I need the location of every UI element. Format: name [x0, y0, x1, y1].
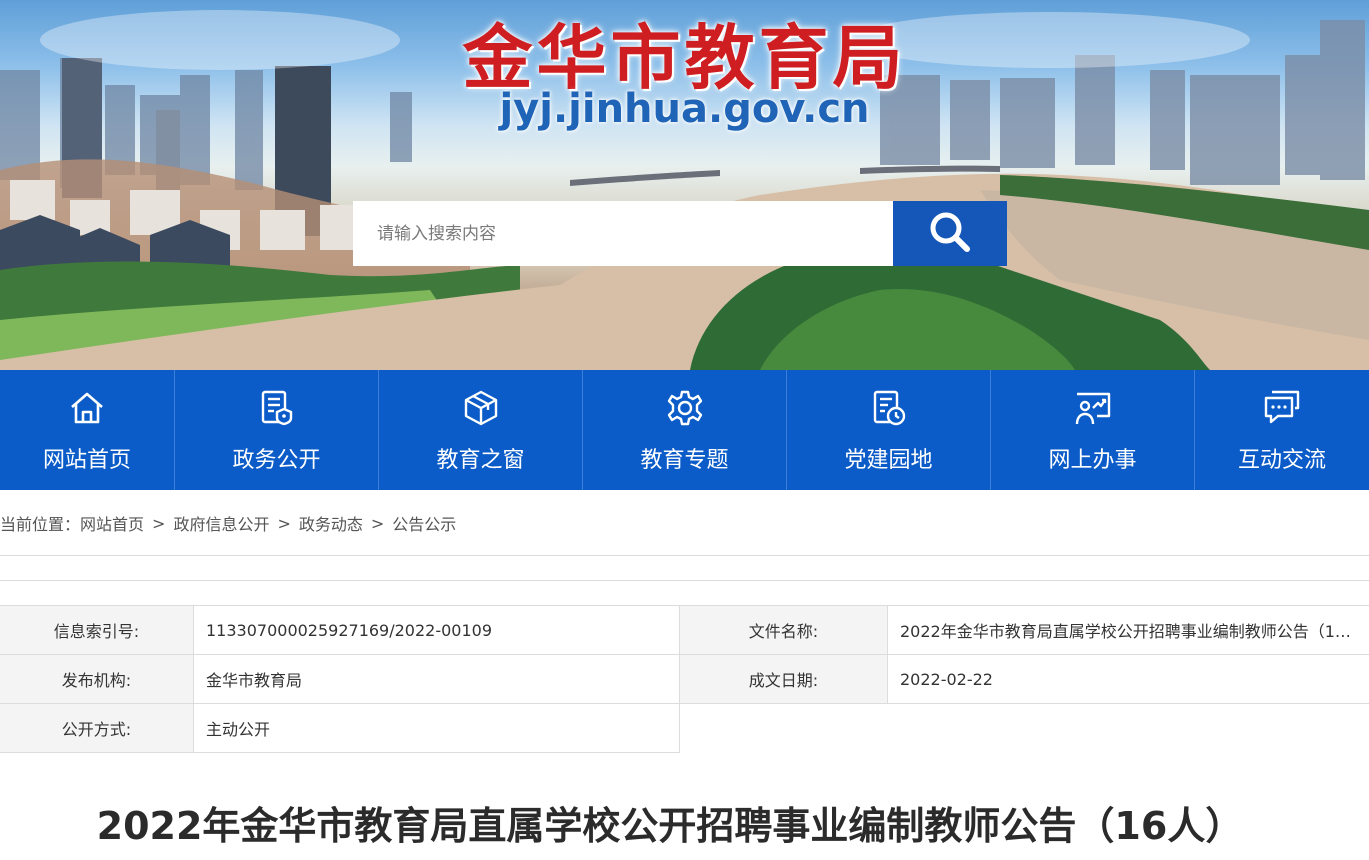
index-number-value: 113307000025927169/2022-00109: [194, 605, 680, 655]
nav-item-interaction[interactable]: 互动交流: [1195, 370, 1369, 490]
chat-icon: [1262, 388, 1302, 428]
nav-item-party-building[interactable]: 党建园地: [787, 370, 991, 490]
breadcrumb-link-gov-info[interactable]: 政府信息公开: [173, 511, 269, 535]
gear-icon: [665, 388, 705, 428]
breadcrumb-separator: >: [152, 513, 166, 533]
nav-label: 党建园地: [844, 448, 933, 473]
presentation-icon: [1073, 388, 1113, 428]
disclosure-method-value: 主动公开: [194, 703, 680, 753]
nav-label: 政务公开: [232, 448, 321, 473]
nav-item-online-services[interactable]: 网上办事: [991, 370, 1195, 490]
document-date-value: 2022-02-22: [888, 654, 1369, 704]
nav-item-education-window[interactable]: 教育之窗: [379, 370, 583, 490]
nav-label: 网上办事: [1048, 448, 1137, 473]
file-name-cell: 2022年金华市教育局直属学校公开招聘事业编制教师公告（16人）: [888, 605, 1369, 655]
main-nav: 网站首页 政务公开 教育之窗 教育专题 党建园地 网上办事 互动交流: [0, 370, 1369, 490]
index-number-label: 信息索引号:: [0, 605, 194, 655]
file-name-value: 2022年金华市教育局直属学校公开招聘事业编制教师公告（16人）: [900, 622, 1360, 641]
cube-icon: [461, 388, 501, 428]
site-domain: jyj.jinhua.gov.cn: [499, 86, 870, 132]
breadcrumb-link-announcements[interactable]: 公告公示: [392, 511, 456, 535]
divider: [0, 580, 1369, 581]
publisher-label: 发布机构:: [0, 654, 194, 704]
article-title: 2022年金华市教育局直属学校公开招聘事业编制教师公告（16人）: [96, 804, 1244, 848]
nav-label: 网站首页: [42, 448, 131, 473]
nav-item-home[interactable]: 网站首页: [0, 370, 175, 490]
document-clock-icon: [869, 388, 909, 428]
breadcrumb-separator: >: [277, 513, 291, 533]
divider: [0, 555, 1369, 556]
nav-item-government-affairs[interactable]: 政务公开: [175, 370, 379, 490]
header-banner: 金华市教育局 jyj.jinhua.gov.cn: [0, 0, 1369, 370]
home-icon: [67, 388, 107, 428]
breadcrumb: 当前位置： 网站首页 > 政府信息公开 > 政务动态 > 公告公示: [0, 510, 456, 536]
breadcrumb-link-gov-news[interactable]: 政务动态: [299, 511, 363, 535]
search-input[interactable]: [353, 201, 893, 266]
disclosure-method-label: 公开方式:: [0, 703, 194, 753]
search-button[interactable]: [893, 201, 1007, 266]
document-date-label: 成文日期:: [680, 654, 888, 704]
nav-label: 互动交流: [1237, 448, 1326, 473]
document-shield-icon: [257, 388, 297, 428]
file-name-label: 文件名称:: [680, 605, 888, 655]
nav-label: 教育之窗: [436, 448, 525, 473]
breadcrumb-separator: >: [370, 513, 385, 533]
nav-label: 教育专题: [640, 448, 729, 473]
breadcrumb-link-home[interactable]: 网站首页: [80, 511, 144, 535]
search-icon: [927, 209, 973, 259]
nav-item-education-topics[interactable]: 教育专题: [583, 370, 787, 490]
breadcrumb-prefix: 当前位置：: [0, 515, 81, 534]
publisher-value: 金华市教育局: [194, 654, 680, 704]
